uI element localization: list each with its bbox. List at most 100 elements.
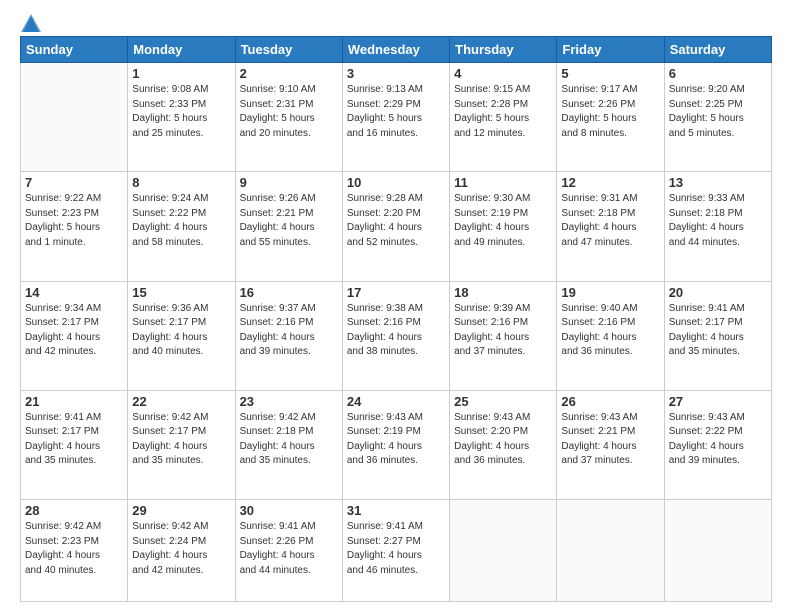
- table-row: 9 Sunrise: 9:26 AM Sunset: 2:21 PM Daylig…: [235, 172, 342, 281]
- day-info: Sunrise: 9:42 AM Sunset: 2:18 PM Dayligh…: [240, 411, 338, 469]
- day-info: Sunrise: 9:41 AM Sunset: 2:17 PM Dayligh…: [669, 302, 767, 360]
- table-row: 8 Sunrise: 9:24 AM Sunset: 2:22 PM Daylig…: [128, 172, 235, 281]
- day-info: Sunrise: 9:43 AM Sunset: 2:21 PM Dayligh…: [561, 411, 659, 469]
- day-info: Sunrise: 9:41 AM Sunset: 2:27 PM Dayligh…: [347, 520, 445, 578]
- day-info: Sunrise: 9:40 AM Sunset: 2:16 PM Dayligh…: [561, 302, 659, 360]
- day-number: 24: [347, 394, 445, 409]
- day-number: 9: [240, 175, 338, 190]
- calendar-header-row: Sunday Monday Tuesday Wednesday Thursday…: [21, 37, 772, 63]
- logo: [20, 18, 41, 28]
- table-row: 19 Sunrise: 9:40 AM Sunset: 2:16 PM Dayli…: [557, 281, 664, 390]
- day-number: 12: [561, 175, 659, 190]
- col-tuesday: Tuesday: [235, 37, 342, 63]
- table-row: 24 Sunrise: 9:43 AM Sunset: 2:19 PM Dayli…: [342, 390, 449, 499]
- day-info: Sunrise: 9:22 AM Sunset: 2:23 PM Dayligh…: [25, 192, 123, 250]
- day-number: 20: [669, 285, 767, 300]
- table-row: 15 Sunrise: 9:36 AM Sunset: 2:17 PM Dayli…: [128, 281, 235, 390]
- day-info: Sunrise: 9:10 AM Sunset: 2:31 PM Dayligh…: [240, 83, 338, 141]
- table-row: 29 Sunrise: 9:42 AM Sunset: 2:24 PM Dayli…: [128, 500, 235, 602]
- day-info: Sunrise: 9:20 AM Sunset: 2:25 PM Dayligh…: [669, 83, 767, 141]
- day-info: Sunrise: 9:26 AM Sunset: 2:21 PM Dayligh…: [240, 192, 338, 250]
- col-sunday: Sunday: [21, 37, 128, 63]
- table-row: 11Sunrise: 9:30 AM Sunset: 2:19 PM Dayli…: [450, 172, 557, 281]
- table-row: 28 Sunrise: 9:42 AM Sunset: 2:23 PM Dayli…: [21, 500, 128, 602]
- day-info: Sunrise: 9:42 AM Sunset: 2:17 PM Dayligh…: [132, 411, 230, 469]
- table-row: 30 Sunrise: 9:41 AM Sunset: 2:26 PM Dayli…: [235, 500, 342, 602]
- day-number: 3: [347, 66, 445, 81]
- table-row: 6 Sunrise: 9:20 AM Sunset: 2:25 PM Daylig…: [664, 63, 771, 172]
- day-info: Sunrise: 9:24 AM Sunset: 2:22 PM Dayligh…: [132, 192, 230, 250]
- table-row: 26 Sunrise: 9:43 AM Sunset: 2:21 PM Dayli…: [557, 390, 664, 499]
- day-info: Sunrise: 9:28 AM Sunset: 2:20 PM Dayligh…: [347, 192, 445, 250]
- day-info: Sunrise: 9:41 AM Sunset: 2:17 PM Dayligh…: [25, 411, 123, 469]
- day-info: Sunrise: 9:13 AM Sunset: 2:29 PM Dayligh…: [347, 83, 445, 141]
- col-saturday: Saturday: [664, 37, 771, 63]
- table-row: 21 Sunrise: 9:41 AM Sunset: 2:17 PM Dayli…: [21, 390, 128, 499]
- table-row: 20 Sunrise: 9:41 AM Sunset: 2:17 PM Dayli…: [664, 281, 771, 390]
- day-info: Sunrise: 9:38 AM Sunset: 2:16 PM Dayligh…: [347, 302, 445, 360]
- day-number: 26: [561, 394, 659, 409]
- day-number: 13: [669, 175, 767, 190]
- table-row: 23 Sunrise: 9:42 AM Sunset: 2:18 PM Dayli…: [235, 390, 342, 499]
- day-info: Sunrise: 9:36 AM Sunset: 2:17 PM Dayligh…: [132, 302, 230, 360]
- day-info: Sunrise: 9:30 AM Sunset: 2:19 PM Dayligh…: [454, 192, 552, 250]
- day-number: 30: [240, 503, 338, 518]
- col-friday: Friday: [557, 37, 664, 63]
- day-info: Sunrise: 9:15 AM Sunset: 2:28 PM Dayligh…: [454, 83, 552, 141]
- day-number: 22: [132, 394, 230, 409]
- day-info: Sunrise: 9:39 AM Sunset: 2:16 PM Dayligh…: [454, 302, 552, 360]
- day-info: Sunrise: 9:42 AM Sunset: 2:24 PM Dayligh…: [132, 520, 230, 578]
- day-number: 5: [561, 66, 659, 81]
- day-number: 28: [25, 503, 123, 518]
- day-number: 23: [240, 394, 338, 409]
- col-monday: Monday: [128, 37, 235, 63]
- logo-icon: [21, 14, 41, 32]
- day-number: 25: [454, 394, 552, 409]
- table-row: 2 Sunrise: 9:10 AM Sunset: 2:31 PM Daylig…: [235, 63, 342, 172]
- header: [20, 18, 772, 28]
- day-number: 2: [240, 66, 338, 81]
- table-row: [450, 500, 557, 602]
- table-row: [21, 63, 128, 172]
- day-number: 17: [347, 285, 445, 300]
- day-number: 6: [669, 66, 767, 81]
- day-number: 29: [132, 503, 230, 518]
- table-row: 7Sunrise: 9:22 AM Sunset: 2:23 PM Daylig…: [21, 172, 128, 281]
- day-number: 21: [25, 394, 123, 409]
- table-row: 1Sunrise: 9:08 AM Sunset: 2:33 PM Daylig…: [128, 63, 235, 172]
- day-number: 15: [132, 285, 230, 300]
- day-info: Sunrise: 9:34 AM Sunset: 2:17 PM Dayligh…: [25, 302, 123, 360]
- table-row: [664, 500, 771, 602]
- table-row: 17 Sunrise: 9:38 AM Sunset: 2:16 PM Dayli…: [342, 281, 449, 390]
- table-row: 31 Sunrise: 9:41 AM Sunset: 2:27 PM Dayli…: [342, 500, 449, 602]
- day-info: Sunrise: 9:37 AM Sunset: 2:16 PM Dayligh…: [240, 302, 338, 360]
- table-row: 14 Sunrise: 9:34 AM Sunset: 2:17 PM Dayli…: [21, 281, 128, 390]
- day-info: Sunrise: 9:43 AM Sunset: 2:20 PM Dayligh…: [454, 411, 552, 469]
- day-info: Sunrise: 9:41 AM Sunset: 2:26 PM Dayligh…: [240, 520, 338, 578]
- col-thursday: Thursday: [450, 37, 557, 63]
- col-wednesday: Wednesday: [342, 37, 449, 63]
- day-number: 10: [347, 175, 445, 190]
- day-number: 31: [347, 503, 445, 518]
- table-row: 18 Sunrise: 9:39 AM Sunset: 2:16 PM Dayli…: [450, 281, 557, 390]
- day-number: 27: [669, 394, 767, 409]
- table-row: 10 Sunrise: 9:28 AM Sunset: 2:20 PM Dayli…: [342, 172, 449, 281]
- table-row: 12 Sunrise: 9:31 AM Sunset: 2:18 PM Dayli…: [557, 172, 664, 281]
- table-row: 22 Sunrise: 9:42 AM Sunset: 2:17 PM Dayli…: [128, 390, 235, 499]
- day-number: 8: [132, 175, 230, 190]
- day-number: 19: [561, 285, 659, 300]
- page: Sunday Monday Tuesday Wednesday Thursday…: [0, 0, 792, 612]
- day-info: Sunrise: 9:42 AM Sunset: 2:23 PM Dayligh…: [25, 520, 123, 578]
- day-number: 4: [454, 66, 552, 81]
- day-info: Sunrise: 9:33 AM Sunset: 2:18 PM Dayligh…: [669, 192, 767, 250]
- day-info: Sunrise: 9:43 AM Sunset: 2:22 PM Dayligh…: [669, 411, 767, 469]
- day-info: Sunrise: 9:08 AM Sunset: 2:33 PM Dayligh…: [132, 83, 230, 141]
- day-info: Sunrise: 9:43 AM Sunset: 2:19 PM Dayligh…: [347, 411, 445, 469]
- day-number: 18: [454, 285, 552, 300]
- day-number: 16: [240, 285, 338, 300]
- day-info: Sunrise: 9:31 AM Sunset: 2:18 PM Dayligh…: [561, 192, 659, 250]
- table-row: 3 Sunrise: 9:13 AM Sunset: 2:29 PM Daylig…: [342, 63, 449, 172]
- table-row: 13 Sunrise: 9:33 AM Sunset: 2:18 PM Dayli…: [664, 172, 771, 281]
- day-info: Sunrise: 9:17 AM Sunset: 2:26 PM Dayligh…: [561, 83, 659, 141]
- day-number: 14: [25, 285, 123, 300]
